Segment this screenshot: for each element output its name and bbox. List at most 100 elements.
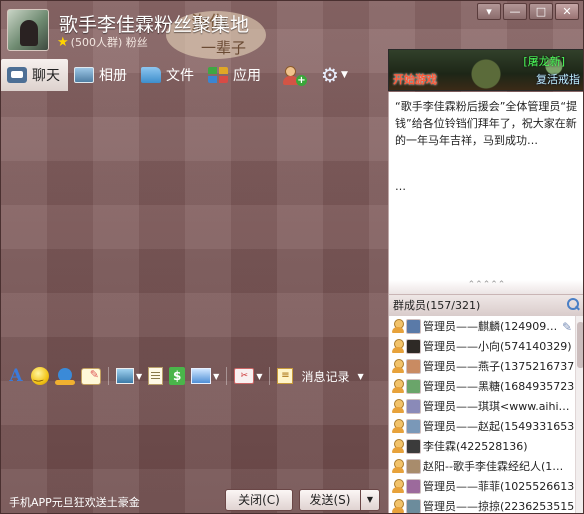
input-toolbar: A ▼ $ ▼ ✂ ▼ ≡ 消息记录 ▼ — [1, 363, 387, 389]
ad-ring[interactable]: 复活戒指 — [536, 71, 580, 87]
member-name: 管理员——掠掠(2236253515) — [423, 500, 579, 513]
image-icon[interactable] — [116, 368, 134, 384]
ad-tag: [屠龙新] — [523, 55, 565, 68]
window-controls: ▾ — □ ✕ — [477, 3, 579, 20]
chat-message-area[interactable] — [1, 91, 387, 361]
admin-badge-icon — [391, 399, 405, 413]
toolbar-divider — [269, 367, 271, 385]
member-name: 赵阳--歌手李佳霖经纪人(1… — [423, 460, 564, 473]
member-row[interactable]: 管理员——掠掠(2236253515) — [389, 496, 583, 513]
announcement-text: “歌手李佳霖粉后援会”全体管理员“提钱”给各位铃铛们拜年了，祝大家在新的一年马年… — [395, 100, 578, 147]
shake-icon[interactable] — [55, 367, 75, 385]
admin-badge-icon — [391, 379, 405, 393]
member-name: 管理员——小向(574140329) — [423, 340, 572, 353]
panel-splitter[interactable]: ⌃⌃⌃⌃⌃ — [388, 280, 583, 294]
tab-apps[interactable]: 应用 — [202, 59, 269, 91]
deco-text-bottom: 一辈子 — [201, 39, 246, 57]
screenshot-icon[interactable]: ✂ — [234, 368, 255, 384]
member-name: 管理员——菲菲(1025526613) — [423, 480, 579, 493]
member-list: 管理员——麒麟(124909… 管理员——小向(574140329) 管理员——燕子… — [388, 316, 583, 513]
bubble-icon[interactable] — [81, 367, 101, 385]
member-row[interactable]: 赵阳--歌手李佳霖经纪人(1… — [389, 456, 583, 476]
members-count: 群成员(157/321) — [393, 299, 481, 312]
document-icon[interactable] — [148, 367, 164, 385]
menu-button[interactable]: ▾ — [477, 3, 501, 20]
tab-album-label: 相册 — [99, 68, 127, 84]
gear-icon[interactable]: ⚙ — [321, 63, 339, 87]
group-announcement: “歌手李佳霖粉后援会”全体管理员“提钱”给各位铃铛们拜年了，祝大家在新的一年马年… — [388, 92, 583, 280]
edit-icon[interactable]: ✎ — [562, 320, 572, 334]
game-ad-banner[interactable]: [屠龙新] 开始游戏 复活戒指 — [388, 49, 583, 91]
member-name: 管理员——麒麟(124909… — [423, 320, 558, 333]
screen-share-icon[interactable] — [191, 368, 212, 384]
member-row[interactable]: 管理员——燕子(1375216737) — [389, 356, 583, 376]
member-avatar[interactable] — [406, 338, 421, 354]
member-row[interactable]: 管理员——菲菲(1025526613) — [389, 476, 583, 496]
member-name: 管理员——燕子(1375216737) — [423, 360, 579, 373]
group-subtitle-row: ★ (500人群) 粉丝 — [57, 34, 148, 50]
member-avatar[interactable] — [406, 378, 421, 394]
chevron-down-icon[interactable]: ▼ — [357, 372, 363, 381]
red-packet-icon[interactable]: $ — [169, 367, 186, 385]
member-row[interactable]: 李佳霖(422528136) — [389, 436, 583, 456]
album-icon — [74, 67, 94, 83]
chat-icon — [7, 67, 27, 83]
feature-tabs: 聊天 相册 文件 应用 + ⚙ ▼ — [1, 59, 387, 91]
member-list-scrollbar[interactable] — [575, 316, 583, 513]
apps-icon — [208, 67, 228, 83]
search-icon[interactable] — [567, 298, 580, 311]
member-avatar[interactable] — [406, 438, 421, 454]
group-title: 歌手李佳霖粉丝聚集地 — [59, 15, 250, 36]
announcement-more[interactable]: … — [395, 178, 578, 195]
tab-files-label: 文件 — [166, 68, 194, 84]
add-member-icon[interactable]: + — [283, 64, 307, 86]
chevron-down-icon[interactable]: ▼ — [341, 70, 348, 80]
members-header: 群成员(157/321) — [388, 294, 583, 316]
font-icon[interactable]: A — [7, 366, 25, 386]
member-row[interactable]: 管理员——赵起(1549331653) — [389, 416, 583, 436]
member-row[interactable]: 管理员——琪琪<www.aihi… — [389, 396, 583, 416]
admin-badge-icon — [391, 459, 405, 473]
tab-apps-label: 应用 — [233, 68, 261, 84]
chevron-down-icon[interactable]: ▼ — [136, 372, 142, 381]
member-row[interactable]: 管理员——麒麟(124909… — [389, 316, 583, 336]
history-button[interactable]: 消息记录 — [301, 368, 349, 385]
send-options-button[interactable]: ▼ — [360, 489, 380, 511]
member-avatar[interactable] — [406, 318, 421, 334]
admin-badge-icon — [391, 359, 405, 373]
maximize-button[interactable]: □ — [529, 3, 553, 20]
admin-badge-icon — [391, 439, 405, 453]
tab-album[interactable]: 相册 — [68, 59, 135, 91]
member-name: 管理员——琪琪<www.aihi… — [423, 400, 570, 413]
member-avatar[interactable] — [406, 418, 421, 434]
member-avatar[interactable] — [406, 498, 421, 513]
minimize-button[interactable]: — — [503, 3, 527, 20]
chevron-down-icon[interactable]: ▼ — [256, 372, 262, 381]
admin-badge-icon — [391, 339, 405, 353]
member-row[interactable]: 管理员——小向(574140329) — [389, 336, 583, 356]
promo-link[interactable]: 手机APP元旦狂欢送土豪金 — [9, 494, 140, 510]
close-window-button[interactable]: ✕ — [555, 3, 579, 20]
admin-badge-icon — [391, 499, 405, 513]
member-name: 管理员——黑糖(1684935723) — [423, 380, 579, 393]
tab-chat-label: 聊天 — [32, 68, 60, 84]
group-avatar[interactable] — [7, 9, 49, 51]
member-avatar[interactable] — [406, 458, 421, 474]
chevron-down-icon[interactable]: ▼ — [213, 372, 219, 381]
member-avatar[interactable] — [406, 358, 421, 374]
member-avatar[interactable] — [406, 398, 421, 414]
ad-start-game[interactable]: 开始游戏 — [393, 71, 437, 87]
tab-files[interactable]: 文件 — [135, 59, 202, 91]
admin-badge-icon — [391, 319, 405, 333]
member-row[interactable]: 管理员——黑糖(1684935723) — [389, 376, 583, 396]
star-icon: ★ — [57, 34, 69, 50]
tab-chat[interactable]: 聊天 — [1, 59, 68, 91]
emoji-icon[interactable] — [31, 367, 49, 385]
scroll-thumb[interactable] — [577, 322, 583, 368]
group-chat-window: 泡你 一辈子 歌手李佳霖粉丝聚集地 ★ (500人群) 粉丝 ▾ — □ ✕ 聊… — [0, 0, 584, 514]
history-icon[interactable]: ≡ — [277, 368, 294, 384]
send-button[interactable]: 发送(S) — [299, 489, 361, 511]
message-input[interactable] — [1, 389, 387, 483]
close-button[interactable]: 关闭(C) — [225, 489, 293, 511]
member-avatar[interactable] — [406, 478, 421, 494]
